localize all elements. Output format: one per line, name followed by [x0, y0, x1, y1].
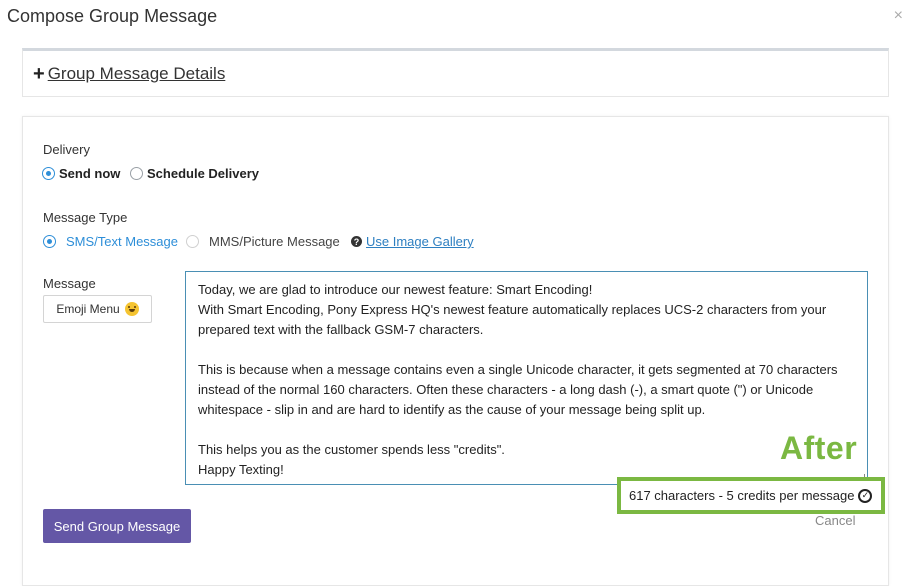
- group-message-details-panel: + Group Message Details: [22, 48, 889, 97]
- send-group-message-button[interactable]: Send Group Message: [43, 509, 191, 543]
- schedule-delivery-label[interactable]: Schedule Delivery: [147, 166, 259, 181]
- emoji-menu-label[interactable]: Emoji Menu: [56, 302, 119, 316]
- message-line: instead of the normal 160 characters. Of…: [198, 382, 814, 397]
- mms-label[interactable]: MMS/Picture Message: [209, 234, 340, 249]
- use-image-gallery-link[interactable]: Use Image Gallery: [366, 234, 474, 249]
- message-line: prepared text with the fallback GSM-7 ch…: [198, 322, 484, 337]
- mms-option[interactable]: MMS/Picture Message: [186, 234, 340, 249]
- send-now-label[interactable]: Send now: [59, 166, 120, 181]
- details-header[interactable]: + Group Message Details: [33, 64, 225, 84]
- mms-radio[interactable]: [186, 235, 199, 248]
- group-message-details-link[interactable]: Group Message Details: [48, 64, 226, 84]
- message-textarea[interactable]: Today, we are glad to introduce our newe…: [185, 271, 868, 485]
- schedule-delivery-option[interactable]: Schedule Delivery: [130, 166, 259, 181]
- message-line: Today, we are glad to introduce our newe…: [198, 282, 593, 297]
- cancel-button[interactable]: Cancel: [815, 513, 855, 528]
- emoji-smiley-icon: [124, 302, 139, 316]
- message-line: This is because when a message contains …: [198, 362, 838, 377]
- message-label: Message: [43, 276, 96, 291]
- check-circle-icon: ✓: [858, 488, 873, 503]
- send-now-radio[interactable]: [42, 167, 55, 180]
- message-line: With Smart Encoding, Pony Express HQ's n…: [198, 302, 827, 317]
- image-gallery-option[interactable]: ? Use Image Gallery: [351, 234, 474, 249]
- sms-label[interactable]: SMS/Text Message: [66, 234, 178, 249]
- help-icon: ?: [351, 236, 362, 247]
- emoji-menu-button[interactable]: Emoji Menu: [43, 295, 152, 323]
- close-icon[interactable]: ×: [894, 7, 903, 25]
- send-now-option[interactable]: Send now: [42, 166, 120, 181]
- character-counter: 617 characters - 5 credits per message ✓: [617, 477, 885, 514]
- message-line: [198, 340, 855, 360]
- dialog-title: Compose Group Message: [7, 6, 218, 26]
- message-line: [198, 420, 855, 440]
- sms-option[interactable]: SMS/Text Message: [43, 234, 178, 249]
- schedule-delivery-radio[interactable]: [130, 167, 143, 180]
- plus-icon[interactable]: +: [33, 64, 45, 84]
- message-type-label: Message Type: [43, 210, 128, 225]
- message-line: This helps you as the customer spends le…: [198, 442, 505, 457]
- after-annotation: After: [780, 430, 858, 466]
- message-line: whitespace - slip in and are hard to ide…: [198, 402, 706, 417]
- character-counter-text: 617 characters - 5 credits per message: [629, 488, 855, 503]
- sms-radio[interactable]: [43, 235, 56, 248]
- delivery-label: Delivery: [43, 142, 90, 157]
